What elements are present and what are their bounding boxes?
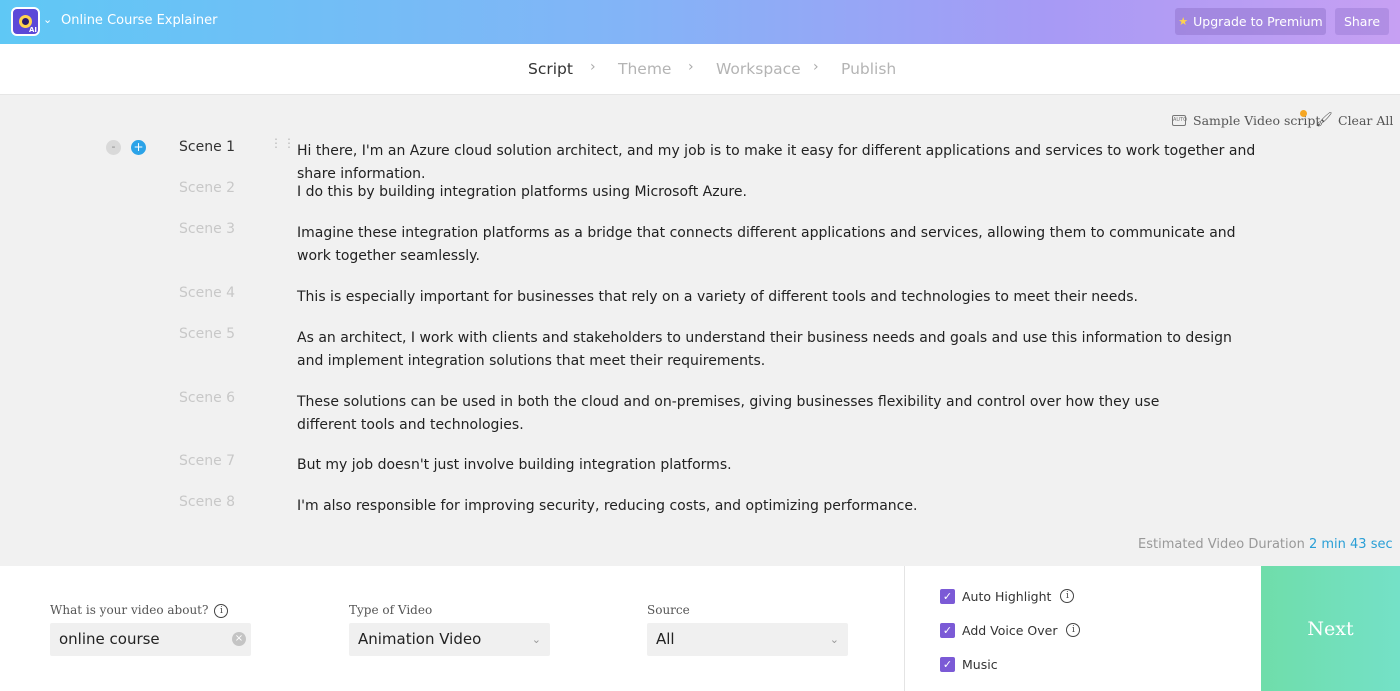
- clear-input-icon[interactable]: ×: [232, 632, 246, 646]
- project-title[interactable]: Online Course Explainer: [61, 13, 218, 28]
- source-select[interactable]: All ⌄: [647, 623, 848, 656]
- auto-highlight-checkbox[interactable]: ✓: [940, 588, 955, 604]
- upgrade-label: Upgrade to Premium: [1193, 14, 1323, 29]
- scene-text[interactable]: I do this by building integration platfo…: [297, 181, 1297, 204]
- chevron-right-icon: ›: [688, 59, 694, 75]
- music-checkbox[interactable]: ✓: [940, 656, 955, 672]
- voice-over-option[interactable]: ✓ Add Voice Over i: [940, 622, 1081, 638]
- music-label: Music: [962, 656, 998, 672]
- clear-all-button[interactable]: Clear All: [1338, 113, 1393, 128]
- video-about-label: What is your video about? i: [50, 603, 229, 618]
- scene-label[interactable]: Scene 2: [179, 180, 235, 196]
- logo-badge: AI: [28, 26, 37, 34]
- voice-over-checkbox[interactable]: ✓: [940, 622, 955, 638]
- drag-handle-icon[interactable]: ⋮⋮: [270, 137, 295, 154]
- scene-text[interactable]: I'm also responsible for improving secur…: [297, 495, 1297, 518]
- video-type-select[interactable]: Animation Video ⌄: [349, 623, 550, 656]
- scene-label[interactable]: Scene 5: [179, 326, 235, 342]
- info-icon[interactable]: i: [214, 603, 229, 618]
- source-label: Source: [647, 603, 690, 617]
- remove-scene-button[interactable]: -: [106, 140, 121, 155]
- voice-over-label: Add Voice Over: [962, 622, 1058, 638]
- scene-label[interactable]: Scene 4: [179, 285, 235, 301]
- duration-label: Estimated Video Duration: [1138, 537, 1305, 552]
- scene-text[interactable]: But my job doesn't just involve building…: [297, 454, 1297, 477]
- divider: [904, 566, 905, 691]
- duration-value: 2 min 43 sec: [1308, 537, 1393, 552]
- scene-text[interactable]: Imagine these integration platforms as a…: [297, 222, 1257, 268]
- chevron-right-icon: ›: [813, 59, 819, 75]
- scene-text[interactable]: Hi there, I'm an Azure cloud solution ar…: [297, 140, 1297, 186]
- app-logo-icon[interactable]: AI: [11, 7, 40, 36]
- scene-label[interactable]: Scene 1: [179, 139, 235, 155]
- auto-highlight-label: Auto Highlight: [962, 588, 1052, 604]
- scene-label[interactable]: Scene 6: [179, 390, 235, 406]
- video-about-input[interactable]: online course ×: [50, 623, 251, 656]
- broom-icon[interactable]: 🖌: [1315, 112, 1333, 128]
- video-script-icon[interactable]: AUTO: [1172, 115, 1187, 126]
- step-script[interactable]: Script: [528, 60, 573, 78]
- info-icon[interactable]: i: [1060, 589, 1075, 603]
- step-workspace[interactable]: Workspace: [716, 60, 801, 78]
- next-button[interactable]: Next: [1261, 566, 1400, 691]
- video-type-label: Type of Video: [349, 603, 433, 617]
- top-bar: AI ⌄ Online Course Explainer ★ Upgrade t…: [0, 0, 1400, 44]
- scene-text[interactable]: These solutions can be used in both the …: [297, 391, 1222, 437]
- scene-text[interactable]: As an architect, I work with clients and…: [297, 327, 1262, 373]
- chevron-down-icon: ⌄: [531, 633, 541, 646]
- step-theme[interactable]: Theme: [618, 60, 671, 78]
- chevron-right-icon: ›: [590, 59, 596, 75]
- scene-label[interactable]: Scene 3: [179, 221, 235, 237]
- step-navigation: Script › Theme › Workspace › Publish: [0, 44, 1400, 95]
- info-icon[interactable]: i: [1066, 623, 1081, 637]
- scene-label[interactable]: Scene 8: [179, 494, 235, 510]
- share-button[interactable]: Share: [1335, 8, 1389, 35]
- scene-label[interactable]: Scene 7: [179, 453, 235, 469]
- chevron-down-icon[interactable]: ⌄: [43, 13, 52, 26]
- music-option[interactable]: ✓ Music: [940, 656, 998, 672]
- chevron-down-icon: ⌄: [829, 633, 839, 646]
- auto-highlight-option[interactable]: ✓ Auto Highlight i: [940, 588, 1075, 604]
- step-publish[interactable]: Publish: [841, 60, 896, 78]
- add-scene-button[interactable]: +: [131, 140, 146, 155]
- scene-text[interactable]: This is especially important for busines…: [297, 286, 1297, 309]
- star-icon: ★: [1178, 15, 1189, 28]
- estimated-duration: Estimated Video Duration 2 min 43 sec: [1138, 537, 1393, 552]
- upgrade-button[interactable]: ★ Upgrade to Premium: [1175, 8, 1326, 35]
- notification-dot: [1300, 110, 1307, 117]
